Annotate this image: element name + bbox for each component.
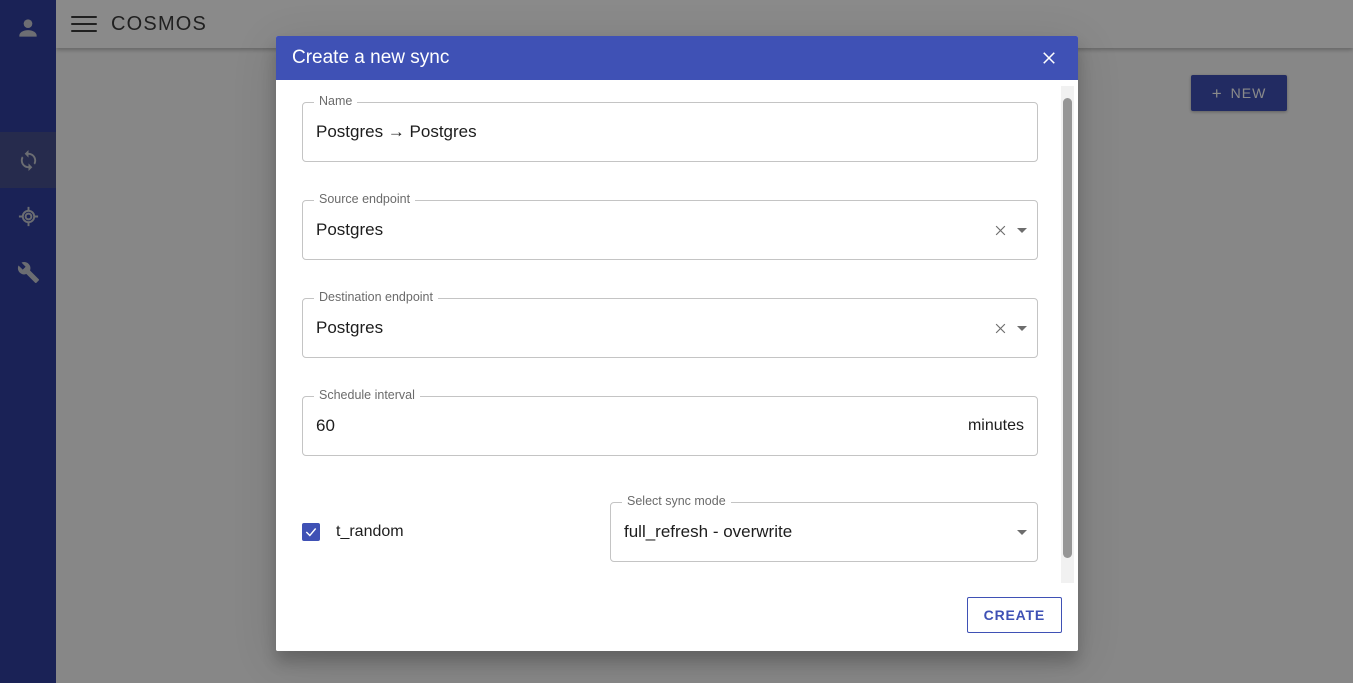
chevron-down-icon[interactable]: [1017, 529, 1027, 535]
dialog-header: Create a new sync: [276, 36, 1078, 80]
name-field[interactable]: Name Postgres → Postgres: [302, 95, 1038, 162]
sync-mode-value[interactable]: full_refresh - overwrite: [611, 522, 1017, 542]
schedule-interval-unit: minutes: [967, 417, 1024, 434]
sync-mode-label: Select sync mode: [622, 495, 731, 508]
source-endpoint-label: Source endpoint: [314, 193, 416, 206]
dialog-scroll-area: Name Postgres → Postgres Source endpoint…: [302, 95, 1052, 589]
close-icon-glyph: [1043, 52, 1055, 64]
dialog-scrollbar[interactable]: [1061, 86, 1074, 583]
stream-checkbox-row[interactable]: t_random: [302, 523, 610, 541]
source-endpoint-adornments: [987, 217, 1037, 243]
chevron-down-icon[interactable]: [1017, 325, 1027, 331]
dialog-actions: CREATE: [276, 589, 1078, 651]
source-endpoint-field[interactable]: Source endpoint Postgres: [302, 193, 1038, 260]
streams-row: t_random Select sync mode full_refresh -…: [302, 495, 1038, 562]
checkmark-icon: [305, 528, 317, 537]
destination-endpoint-value[interactable]: Postgres: [303, 318, 987, 338]
create-sync-dialog: Create a new sync Name Postgres → Postgr…: [276, 36, 1078, 651]
dialog-body: Name Postgres → Postgres Source endpoint…: [276, 80, 1078, 589]
clear-x-icon-glyph: [995, 323, 1005, 333]
dialog-title: Create a new sync: [292, 47, 450, 68]
dialog-scrollbar-thumb[interactable]: [1063, 98, 1072, 558]
schedule-interval-label: Schedule interval: [314, 389, 420, 402]
destination-endpoint-label: Destination endpoint: [314, 291, 438, 304]
clear-x-icon[interactable]: [987, 315, 1013, 341]
schedule-interval-field[interactable]: Schedule interval 60 minutes: [302, 389, 1038, 456]
close-icon[interactable]: [1034, 43, 1064, 73]
clear-x-icon[interactable]: [987, 217, 1013, 243]
destination-endpoint-field[interactable]: Destination endpoint Postgres: [302, 291, 1038, 358]
name-input[interactable]: Postgres → Postgres: [303, 122, 1037, 142]
sync-mode-field[interactable]: Select sync mode full_refresh - overwrit…: [610, 495, 1038, 562]
name-field-label: Name: [314, 95, 358, 108]
stream-checkbox[interactable]: [302, 523, 320, 541]
stream-label: t_random: [336, 523, 404, 540]
destination-endpoint-adornments: [987, 315, 1037, 341]
chevron-down-icon[interactable]: [1017, 227, 1027, 233]
sync-mode-adornments: [1017, 529, 1037, 535]
source-endpoint-value[interactable]: Postgres: [303, 220, 987, 240]
create-button[interactable]: CREATE: [966, 597, 1062, 633]
schedule-interval-input[interactable]: 60: [303, 416, 968, 436]
clear-x-icon-glyph: [995, 225, 1005, 235]
